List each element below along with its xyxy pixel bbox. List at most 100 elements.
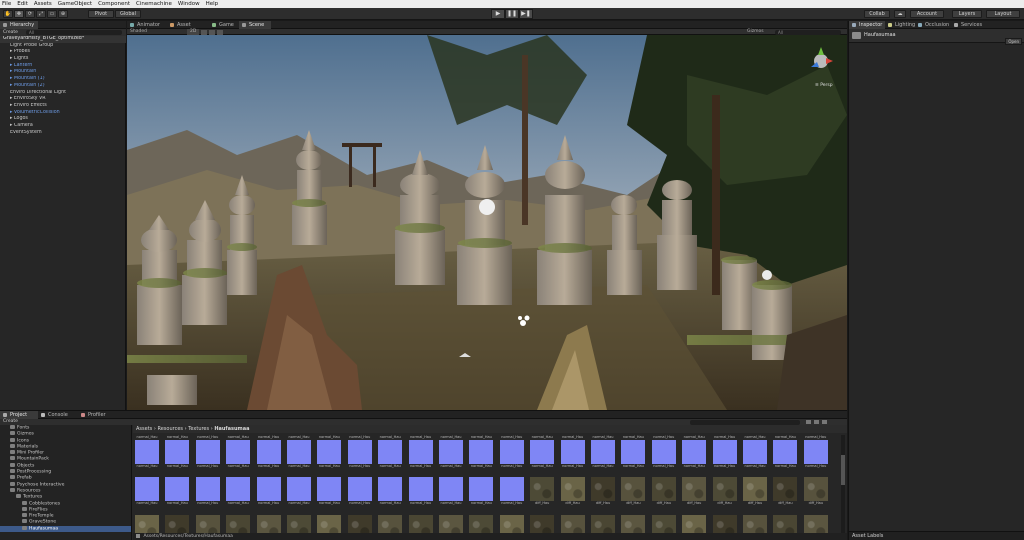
asset-thumbnail[interactable]: diff_Hau xyxy=(651,477,676,506)
hand-tool-button[interactable]: ✋ xyxy=(3,10,13,18)
asset-thumbnail[interactable]: normal_Hau normal_Hau xyxy=(165,435,190,469)
menu-item-edit[interactable]: Edit xyxy=(17,0,28,8)
project-search-input[interactable] xyxy=(690,419,800,425)
menu-item-window[interactable]: Window xyxy=(178,0,200,8)
effects-toggle-icon[interactable] xyxy=(217,29,223,35)
tab-console[interactable]: Console xyxy=(38,411,78,419)
layers-dropdown[interactable]: Layers xyxy=(952,10,982,18)
global-toggle[interactable]: Global xyxy=(115,10,141,18)
asset-thumbnail[interactable]: normal_Hau normal_Hau xyxy=(226,435,251,469)
play-button[interactable]: ▶ xyxy=(491,9,505,19)
transform-tool-button[interactable]: ⊕ xyxy=(58,10,68,18)
asset-thumbnail[interactable]: normal_Hau xyxy=(439,477,463,506)
favorite-star-icon[interactable] xyxy=(822,420,827,424)
menu-item-component[interactable]: Component xyxy=(98,0,130,8)
open-button[interactable]: Open xyxy=(1005,38,1022,45)
asset-thumbnail[interactable]: normal_Hau xyxy=(287,477,311,506)
hierarchy-item[interactable]: ▸ Mountain (1) xyxy=(0,76,126,83)
asset-thumbnail[interactable]: normal_Hau normal_Hau xyxy=(682,435,707,469)
menu-item-assets[interactable]: Assets xyxy=(34,0,52,8)
asset-thumbnail[interactable]: normal_Hau normal_Hau xyxy=(499,435,524,469)
hierarchy-search-input[interactable]: All xyxy=(26,30,122,35)
asset-thumbnail[interactable]: normal_Hau normal_Hau xyxy=(530,435,555,469)
breadcrumb-item[interactable]: Assets xyxy=(136,426,152,432)
asset-thumbnail[interactable]: normal_Hau normal_Hau xyxy=(135,435,159,469)
asset-thumbnail[interactable]: diff_Hau xyxy=(803,477,828,506)
asset-thumbnail[interactable]: normal_Hau normal_Hau xyxy=(743,435,767,469)
menu-item-file[interactable]: File xyxy=(2,0,11,8)
hierarchy-item[interactable]: ▸ Camera xyxy=(0,123,126,130)
collab-button[interactable]: Collab xyxy=(864,10,890,18)
asset-thumbnail[interactable]: normal_Hau normal_Hau xyxy=(773,435,798,469)
breadcrumb-item[interactable]: Resources xyxy=(157,426,183,432)
asset-grid-scrollbar[interactable] xyxy=(841,435,845,535)
asset-thumbnail[interactable]: normal_Hau normal_Hau xyxy=(469,435,494,469)
asset-thumbnail[interactable]: normal_Hau normal_Hau xyxy=(408,435,433,469)
menu-item-help[interactable]: Help xyxy=(206,0,219,8)
asset-thumbnail[interactable]: normal_Hau normal_Hau xyxy=(347,435,372,469)
hierarchy-item[interactable]: ▸ Mountain xyxy=(0,69,126,76)
asset-thumbnail[interactable]: normal_Hau xyxy=(408,477,433,506)
create-dropdown[interactable]: Create xyxy=(3,30,18,35)
pivot-toggle[interactable]: Pivot xyxy=(88,10,114,18)
step-button[interactable]: ▶❚ xyxy=(519,9,533,19)
asset-thumbnail[interactable]: normal_Hau normal_Hau xyxy=(195,435,220,469)
hierarchy-item[interactable]: Enviro Directional Light xyxy=(0,90,126,97)
hierarchy-item[interactable]: ▸ Probes xyxy=(0,49,126,56)
asset-thumbnail[interactable]: diff_Hau xyxy=(591,477,615,506)
tab-project[interactable]: Project xyxy=(0,411,38,419)
breadcrumb-item[interactable]: Haufasumaa xyxy=(214,426,249,432)
asset-thumbnail[interactable]: normal_Hau xyxy=(135,477,159,506)
scene-root-row[interactable]: GraveyardHIsty_BTGE_optimized* xyxy=(0,36,126,43)
scene-viewport[interactable]: ≡ Persp xyxy=(127,35,847,410)
asset-thumbnail[interactable]: normal_Hau normal_Hau xyxy=(256,435,281,469)
asset-thumbnail[interactable]: diff_Hau xyxy=(682,477,707,506)
asset-thumbnail[interactable]: diff_Hau xyxy=(773,477,798,506)
asset-thumbnail[interactable]: normal_Hau normal_Hau xyxy=(591,435,615,469)
asset-thumbnail[interactable]: normal_Hau xyxy=(226,477,251,506)
hierarchy-item[interactable]: ▸ Enviro Effects xyxy=(0,103,126,110)
asset-thumbnail[interactable]: normal_Hau normal_Hau xyxy=(803,435,828,469)
lighting-toggle-icon[interactable] xyxy=(201,29,207,35)
hierarchy-item[interactable]: ▸ Lights xyxy=(0,56,126,63)
shading-mode-dropdown[interactable]: Shaded xyxy=(130,29,147,34)
asset-thumbnail[interactable]: normal_Hau normal_Hau xyxy=(651,435,676,469)
tab-services[interactable]: Services xyxy=(951,21,991,29)
asset-thumbnail[interactable]: diff_Hau xyxy=(621,477,646,506)
asset-thumbnail[interactable]: normal_Hau xyxy=(195,477,220,506)
tab-hierarchy[interactable]: Hierarchy xyxy=(0,21,39,29)
asset-thumbnail[interactable]: diff_Hau xyxy=(712,477,737,506)
project-create-dropdown[interactable]: Create xyxy=(3,419,18,424)
persp-label[interactable]: ≡ Persp xyxy=(815,83,833,88)
menu-item-cinemachine[interactable]: Cinemachine xyxy=(136,0,172,8)
account-dropdown[interactable]: Account xyxy=(910,10,944,18)
hierarchy-item[interactable]: ▸ Mountain (2) xyxy=(0,83,126,90)
menu-item-gameobject[interactable]: GameObject xyxy=(58,0,92,8)
layout-dropdown[interactable]: Layout xyxy=(986,10,1020,18)
asset-thumbnail[interactable]: normal_Hau xyxy=(469,477,494,506)
asset-thumbnail[interactable]: normal_Hau normal_Hau xyxy=(378,435,403,469)
hierarchy-item[interactable]: Light Probe Group xyxy=(0,43,126,50)
tab-lighting[interactable]: Lighting xyxy=(885,21,915,29)
asset-thumbnail[interactable]: diff_Hau xyxy=(530,477,555,506)
asset-thumbnail[interactable]: normal_Hau xyxy=(347,477,372,506)
audio-toggle-icon[interactable] xyxy=(209,29,215,35)
asset-thumbnail[interactable]: normal_Hau normal_Hau xyxy=(317,435,342,469)
asset-thumbnail[interactable]: diff_Hau xyxy=(743,477,767,506)
rotate-tool-button[interactable]: ⟳ xyxy=(25,10,35,18)
tab-animator[interactable]: Animator xyxy=(127,21,167,29)
asset-thumbnail[interactable]: normal_Hau xyxy=(378,477,403,506)
hierarchy-item[interactable]: ▸ EnviroSky VR xyxy=(0,96,126,103)
scale-tool-button[interactable]: ⤢ xyxy=(36,10,46,18)
asset-thumbnail[interactable]: normal_Hau normal_Hau xyxy=(287,435,311,469)
asset-thumbnail[interactable]: normal_Hau xyxy=(317,477,342,506)
tab-scene[interactable]: Scene xyxy=(239,21,271,29)
asset-thumbnail[interactable]: normal_Hau xyxy=(165,477,190,506)
asset-thumbnail[interactable]: normal_Hau normal_Hau xyxy=(621,435,646,469)
filter-label-icon[interactable] xyxy=(814,420,819,424)
breadcrumb-item[interactable]: Textures xyxy=(188,426,209,432)
asset-thumbnail[interactable]: normal_Hau normal_Hau xyxy=(439,435,463,469)
hierarchy-item[interactable]: ▸ Lantern xyxy=(0,63,126,70)
cloud-icon[interactable]: ☁ xyxy=(894,10,906,18)
hierarchy-item[interactable]: ▸ VolumetricCollision xyxy=(0,110,126,117)
